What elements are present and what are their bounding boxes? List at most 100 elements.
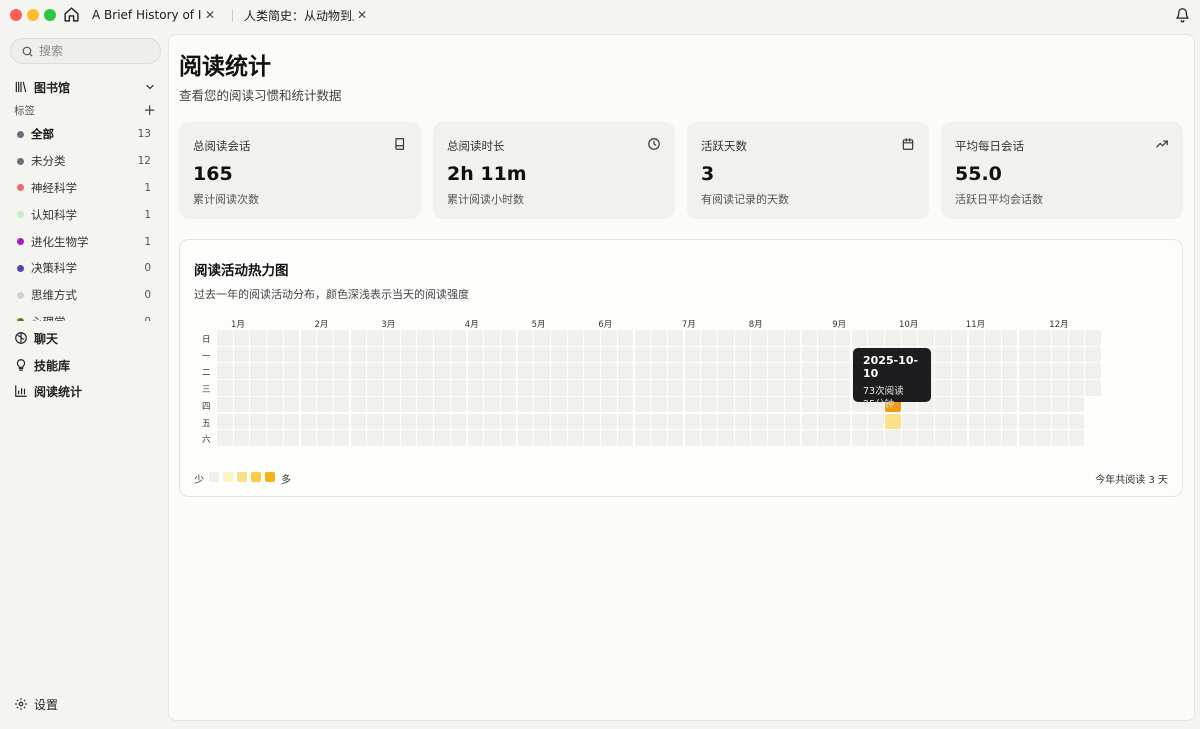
heatmap-day-cell[interactable] — [935, 330, 951, 346]
heatmap-day-cell[interactable] — [484, 380, 500, 396]
heatmap-day-cell[interactable] — [667, 330, 684, 346]
heatmap-day-cell[interactable] — [1035, 346, 1051, 363]
nav-stats[interactable]: 阅读统计 — [14, 381, 82, 401]
heatmap-day-cell[interactable] — [384, 346, 400, 363]
heatmap-day-cell[interactable] — [901, 413, 918, 429]
heatmap-day-cell[interactable] — [233, 396, 250, 413]
heatmap-day-cell[interactable] — [1052, 380, 1068, 396]
heatmap-day-cell[interactable] — [834, 396, 851, 413]
heatmap-day-cell[interactable] — [918, 430, 934, 446]
heatmap-day-cell[interactable] — [985, 346, 1001, 363]
heatmap-day-cell[interactable] — [450, 330, 467, 346]
heatmap-day-cell[interactable] — [250, 430, 266, 446]
heatmap-day-cell[interactable] — [367, 396, 383, 413]
heatmap-day-cell[interactable] — [400, 330, 417, 346]
minimize-window-button[interactable] — [27, 9, 39, 21]
heatmap-day-cell[interactable] — [818, 396, 834, 413]
heatmap-day-cell[interactable] — [818, 380, 834, 396]
heatmap-day-cell[interactable] — [517, 380, 534, 396]
heatmap-day-cell[interactable] — [935, 413, 951, 429]
heatmap-day-cell[interactable] — [233, 380, 250, 396]
heatmap-day-cell[interactable] — [584, 330, 600, 346]
heatmap-day-cell[interactable] — [684, 430, 701, 446]
heatmap-day-cell[interactable] — [951, 413, 968, 429]
heatmap-day-cell[interactable] — [834, 430, 851, 446]
heatmap-day-cell[interactable] — [317, 430, 333, 446]
heatmap-day-cell[interactable] — [250, 396, 266, 413]
heatmap-day-cell[interactable] — [1052, 430, 1068, 446]
heatmap-day-cell[interactable] — [1068, 430, 1085, 446]
heatmap-day-cell[interactable] — [567, 363, 584, 379]
nav-skills[interactable]: 技能库 — [14, 355, 70, 375]
heatmap-day-cell[interactable] — [834, 413, 851, 429]
heatmap-day-cell[interactable] — [317, 363, 333, 379]
heatmap-day-cell[interactable] — [350, 330, 367, 346]
close-window-button[interactable] — [10, 9, 22, 21]
heatmap-day-cell[interactable] — [784, 363, 801, 379]
heatmap-day-cell[interactable] — [1085, 380, 1101, 396]
heatmap-day-cell[interactable] — [350, 363, 367, 379]
heatmap-day-cell[interactable] — [801, 363, 817, 379]
heatmap-day-cell[interactable] — [684, 380, 701, 396]
heatmap-day-cell[interactable] — [1035, 330, 1051, 346]
heatmap-day-cell[interactable] — [851, 430, 868, 446]
heatmap-day-cell[interactable] — [233, 330, 250, 346]
heatmap-day-cell[interactable] — [1052, 330, 1068, 346]
heatmap-day-cell[interactable] — [834, 380, 851, 396]
tag-item[interactable]: 思维方式 0 — [0, 282, 168, 309]
heatmap-day-cell[interactable] — [751, 330, 767, 346]
heatmap-day-cell[interactable] — [834, 346, 851, 363]
heatmap-day-cell[interactable] — [333, 346, 350, 363]
heatmap-day-cell[interactable] — [467, 380, 483, 396]
heatmap-day-cell[interactable] — [818, 330, 834, 346]
heatmap-day-cell[interactable] — [317, 380, 333, 396]
heatmap-day-cell[interactable] — [801, 396, 817, 413]
heatmap-day-cell[interactable] — [684, 396, 701, 413]
heatmap-day-cell[interactable] — [233, 413, 250, 429]
heatmap-day-cell[interactable] — [801, 330, 817, 346]
heatmap-day-cell[interactable] — [551, 413, 567, 429]
heatmap-day-cell[interactable] — [801, 413, 817, 429]
heatmap-day-cell[interactable] — [333, 396, 350, 413]
heatmap-day-cell[interactable] — [584, 346, 600, 363]
heatmap-day-cell[interactable] — [517, 346, 534, 363]
heatmap-day-cell[interactable] — [1085, 346, 1101, 363]
heatmap-day-cell[interactable] — [885, 330, 901, 346]
tag-item[interactable]: 神经科学 1 — [0, 175, 168, 202]
heatmap-day-cell[interactable] — [551, 430, 567, 446]
heatmap-day-cell[interactable] — [1068, 413, 1085, 429]
heatmap-day-cell[interactable] — [400, 396, 417, 413]
tag-item[interactable]: 进化生物学 1 — [0, 228, 168, 255]
heatmap-day-cell[interactable] — [384, 330, 400, 346]
heatmap-day-cell[interactable] — [584, 413, 600, 429]
heatmap-day-cell[interactable] — [985, 413, 1001, 429]
heatmap-day-cell[interactable] — [217, 346, 233, 363]
heatmap-day-cell[interactable] — [1035, 396, 1051, 413]
heatmap-day-cell[interactable] — [417, 346, 433, 363]
heatmap-day-cell[interactable] — [734, 430, 751, 446]
heatmap-day-cell[interactable] — [417, 380, 433, 396]
heatmap-day-cell[interactable] — [300, 330, 316, 346]
heatmap-day-cell[interactable] — [951, 346, 968, 363]
heatmap-day-cell[interactable] — [551, 330, 567, 346]
heatmap-day-cell[interactable] — [317, 346, 333, 363]
heatmap-day-cell[interactable] — [1052, 396, 1068, 413]
heatmap-day-cell[interactable] — [684, 330, 701, 346]
heatmap-day-cell[interactable] — [701, 363, 717, 379]
search-input[interactable] — [39, 44, 149, 58]
heatmap-day-cell[interactable] — [534, 413, 550, 429]
heatmap-day-cell[interactable] — [500, 396, 517, 413]
heatmap-day-cell[interactable] — [450, 396, 467, 413]
heatmap-day-cell[interactable] — [935, 396, 951, 413]
heatmap-day-cell[interactable] — [734, 346, 751, 363]
heatmap-day-cell[interactable] — [250, 330, 266, 346]
heatmap-day-cell[interactable] — [834, 363, 851, 379]
heatmap-day-cell[interactable] — [317, 396, 333, 413]
heatmap-day-cell[interactable] — [250, 380, 266, 396]
heatmap-day-cell[interactable] — [500, 346, 517, 363]
heatmap-day-cell[interactable] — [384, 380, 400, 396]
heatmap-day-cell[interactable] — [651, 430, 667, 446]
heatmap-day-cell[interactable] — [751, 413, 767, 429]
heatmap-day-cell[interactable] — [500, 430, 517, 446]
heatmap-day-cell[interactable] — [801, 380, 817, 396]
